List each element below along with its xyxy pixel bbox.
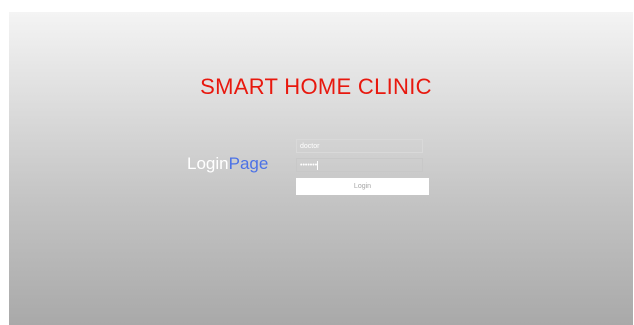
password-input[interactable]: •••••••: [296, 158, 423, 172]
login-button[interactable]: Login: [296, 178, 429, 195]
login-label-part2: Page: [228, 154, 269, 173]
text-cursor: [317, 161, 318, 170]
page-title: SMART HOME CLINIC: [200, 74, 432, 99]
login-label-part1: Login: [187, 154, 229, 173]
login-page-label: LoginPage: [187, 154, 268, 174]
username-input[interactable]: doctor: [296, 139, 423, 153]
login-panel: SMART HOME CLINIC LoginPage doctor •••••…: [9, 12, 633, 325]
